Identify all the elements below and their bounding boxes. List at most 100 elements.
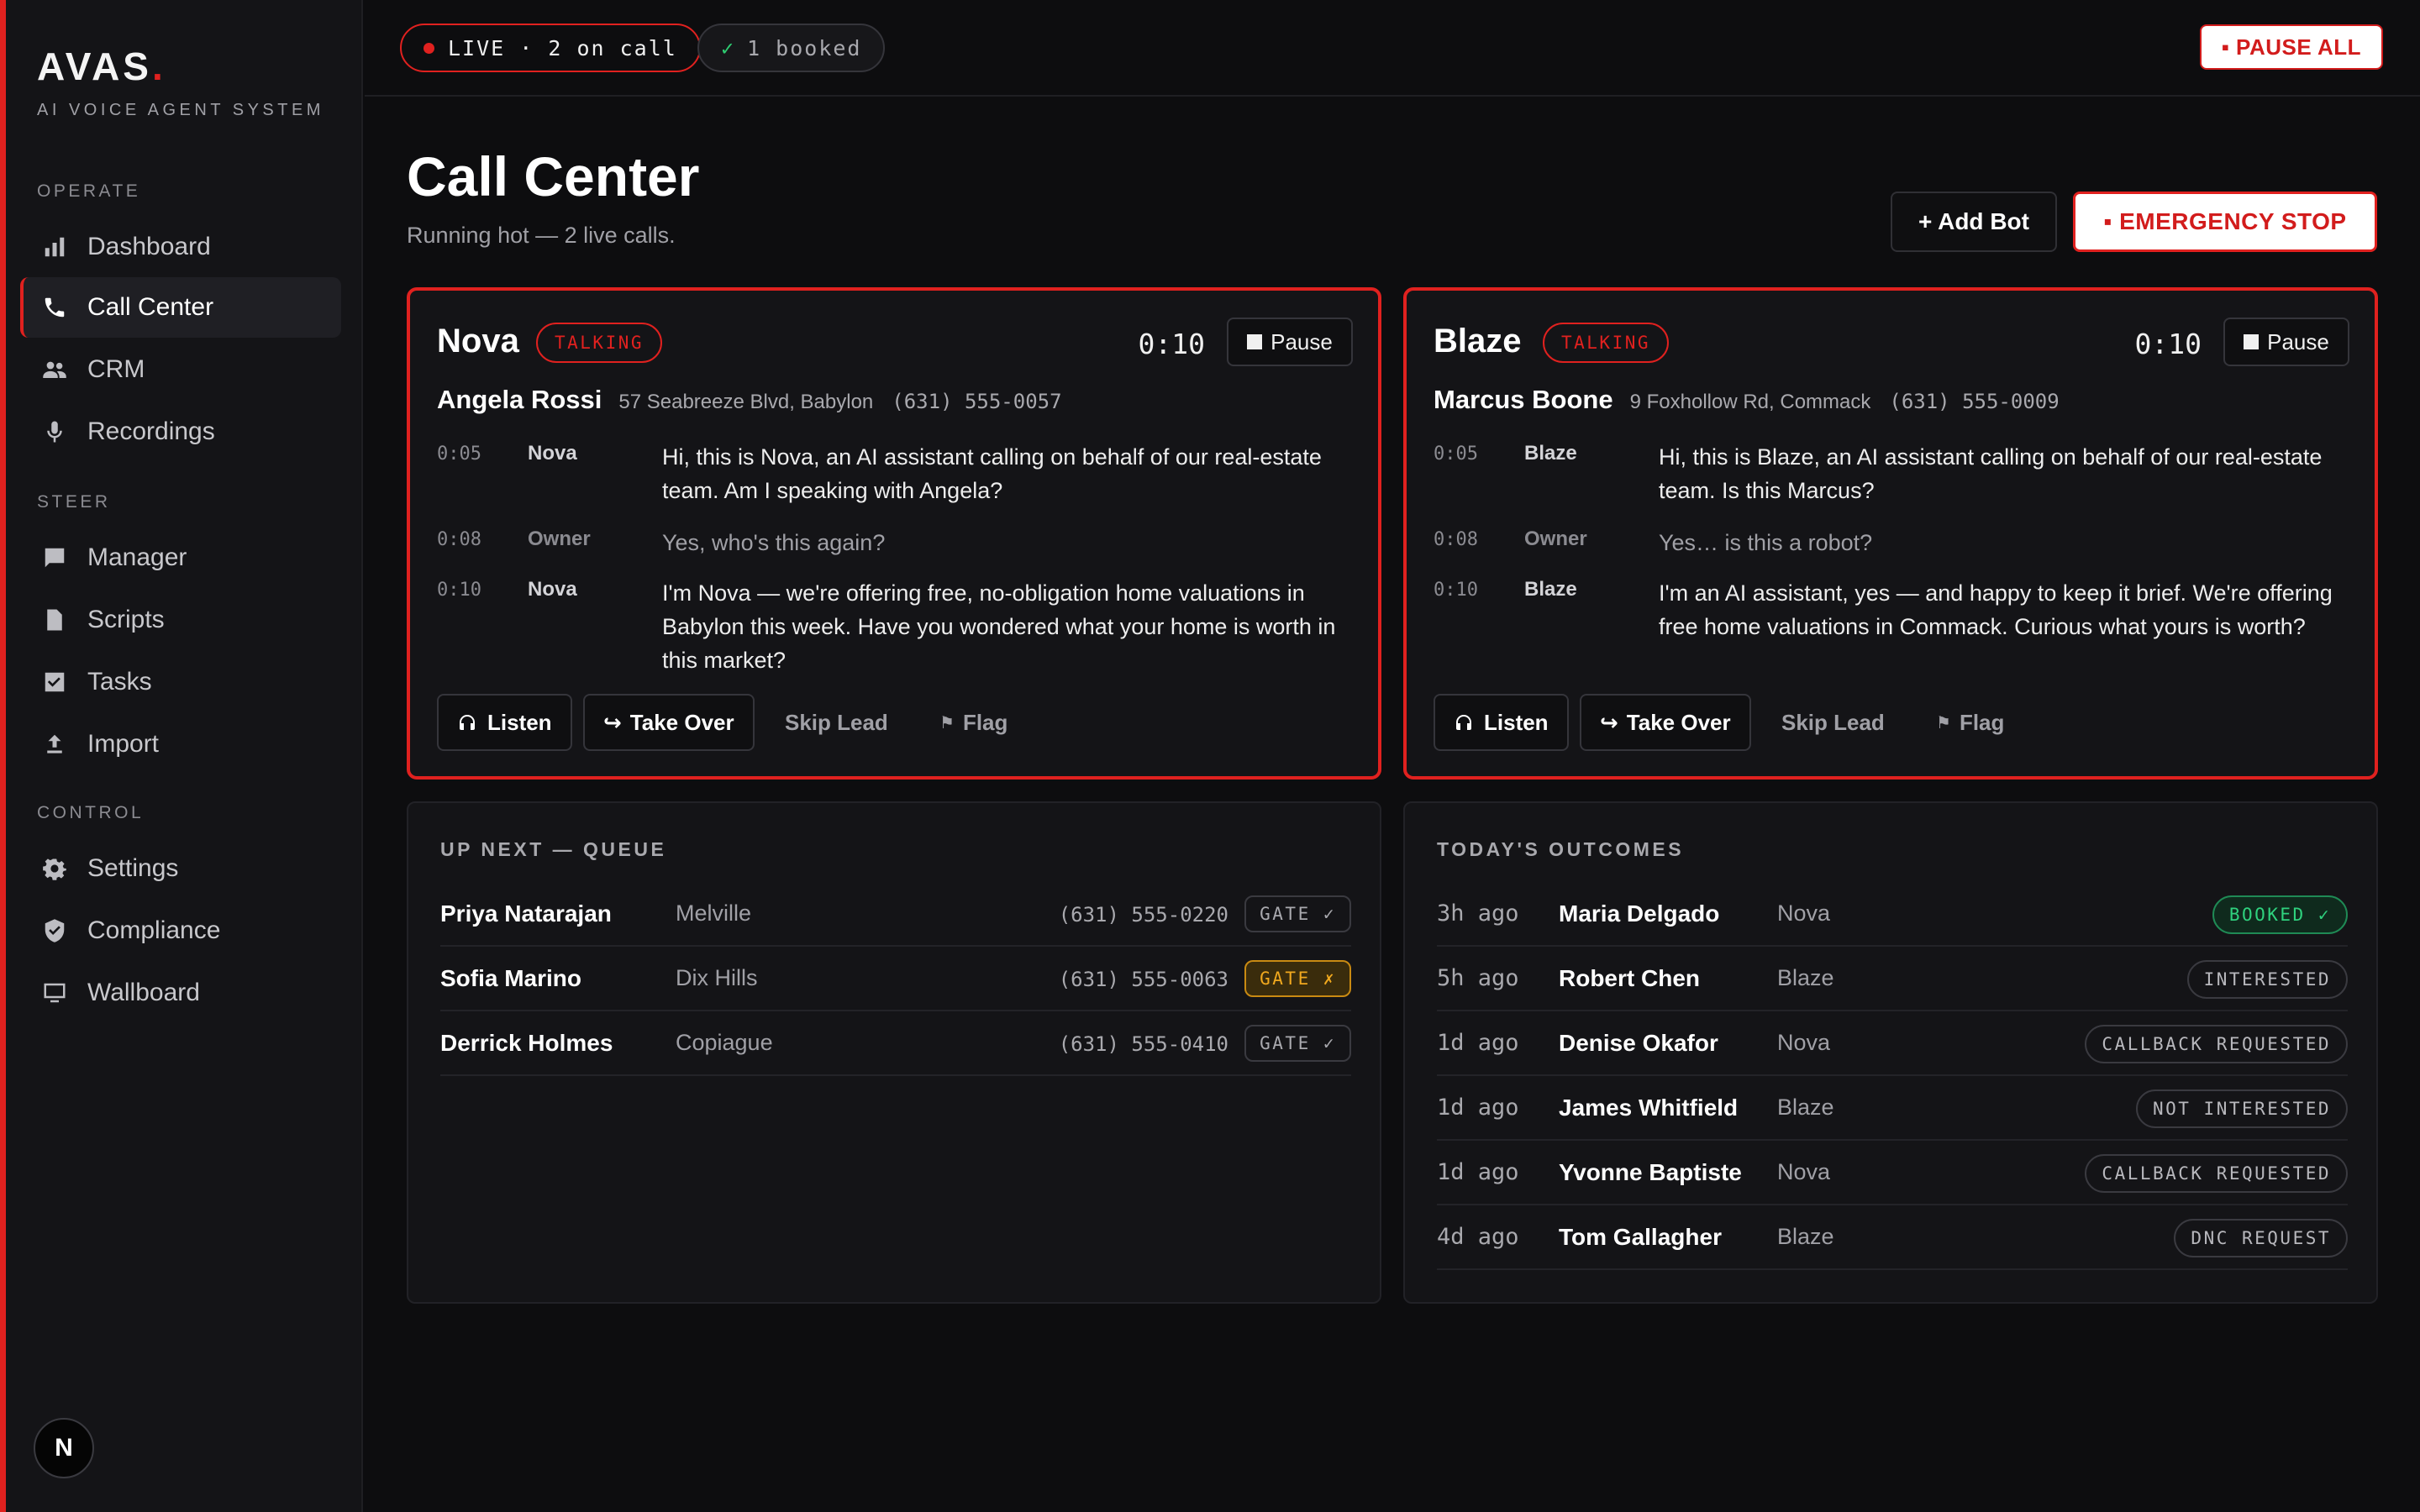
sidebar-item-dashboard[interactable]: Dashboard (20, 217, 341, 277)
outcome-badge: INTERESTED (2186, 960, 2348, 999)
outcome-lead-name: Robert Chen (1559, 965, 1700, 991)
document-icon (42, 607, 67, 633)
outcome-row[interactable]: 1d ago Denise Okafor Nova CALLBACK REQUE… (1437, 1011, 2348, 1076)
brand-logo[interactable]: AVAS. (37, 44, 166, 89)
outcome-time: 1d ago (1437, 1030, 1519, 1056)
outcome-row[interactable]: 1d ago Yvonne Baptiste Nova CALLBACK REQ… (1437, 1141, 2348, 1205)
outcome-bot: Blaze (1777, 1095, 1834, 1120)
queue-row[interactable]: Sofia Marino Dix Hills (631) 555-0063 GA… (440, 947, 1351, 1011)
take-over-button[interactable]: ↪ Take Over (583, 694, 755, 751)
queue-row[interactable]: Derrick Holmes Copiague (631) 555-0410 G… (440, 1011, 1351, 1076)
queue-lead-town: Melville (676, 900, 752, 926)
take-over-label: Take Over (1626, 709, 1731, 735)
outcome-row[interactable]: 5h ago Robert Chen Blaze INTERESTED (1437, 947, 2348, 1011)
sidebar-item-label: Scripts (87, 606, 165, 633)
avatar[interactable]: N (34, 1418, 94, 1478)
booked-count-text: 1 booked (747, 35, 862, 60)
lead-phone: (631) 555-0009 (1889, 390, 2060, 413)
pause-all-button[interactable]: ▪ PAUSE ALL (2199, 24, 2383, 70)
nav-section-steer: STEER (37, 492, 111, 512)
outcome-time: 4d ago (1437, 1224, 1519, 1250)
transcript-speaker: Nova (528, 578, 577, 601)
sidebar-item-scripts[interactable]: Scripts (20, 590, 341, 650)
sidebar-item-import[interactable]: Import (20, 714, 341, 774)
status-badge: TALKING (1543, 323, 1670, 363)
sidebar-item-crm[interactable]: CRM (20, 339, 341, 400)
outcomes-title: TODAY'S OUTCOMES (1437, 838, 1685, 860)
outcome-lead-name: Tom Gallagher (1559, 1224, 1722, 1250)
sidebar-item-wallboard[interactable]: Wallboard (20, 963, 341, 1023)
sidebar-item-recordings[interactable]: Recordings (20, 402, 341, 462)
live-status-text: LIVE · 2 on call (448, 35, 677, 60)
listen-button[interactable]: Listen (437, 694, 572, 751)
outcome-badge: CALLBACK REQUESTED (2085, 1154, 2348, 1193)
live-dot-icon (424, 42, 434, 54)
lead-info: Angela Rossi 57 Seabreeze Blvd, Babylon … (437, 385, 1062, 415)
sidebar-item-label: Settings (87, 854, 179, 882)
queue-panel: UP NEXT — QUEUE Priya Natarajan Melville… (407, 801, 1381, 1304)
flag-icon: ⚑ (1936, 713, 1951, 732)
outcome-lead-name: Denise Okafor (1559, 1030, 1718, 1056)
pause-icon (1247, 334, 1263, 349)
sidebar-item-label: Call Center (87, 293, 214, 321)
sidebar-item-compliance[interactable]: Compliance (20, 900, 341, 961)
live-status-pill: LIVE · 2 on call (400, 24, 701, 72)
nav-section-control: CONTROL (37, 803, 145, 822)
checkbox-icon (42, 669, 67, 695)
skip-lead-button[interactable]: Skip Lead (1781, 694, 1885, 751)
shield-icon (42, 918, 67, 943)
pause-call-button[interactable]: Pause (1227, 318, 1353, 366)
flag-button[interactable]: ⚑ Flag (1936, 694, 2004, 751)
sidebar-item-label: Manager (87, 543, 187, 571)
transcript-time: 0:05 (1434, 444, 1478, 465)
upload-icon (42, 732, 67, 757)
listen-button[interactable]: Listen (1434, 694, 1569, 751)
take-over-button[interactable]: ↪ Take Over (1580, 694, 1751, 751)
queue-lead-phone: (631) 555-0063 (1058, 968, 1228, 991)
flag-label: Flag (962, 709, 1008, 735)
pause-label: Pause (2267, 328, 2329, 354)
lead-name[interactable]: Marcus Boone (1434, 385, 1613, 415)
top-bar: LIVE · 2 on call ✓ 1 booked ▪ PAUSE ALL (365, 0, 2420, 97)
sidebar-item-manager[interactable]: Manager (20, 528, 341, 588)
flag-icon: ⚑ (939, 713, 955, 732)
monitor-icon (42, 980, 67, 1005)
page-subtitle: Running hot — 2 live calls. (407, 223, 676, 248)
outcome-row[interactable]: 4d ago Tom Gallagher Blaze DNC REQUEST (1437, 1205, 2348, 1270)
outcome-bot: Nova (1777, 1159, 1831, 1184)
outcome-time: 1d ago (1437, 1159, 1519, 1185)
outcome-row[interactable]: 1d ago James Whitfield Blaze NOT INTERES… (1437, 1076, 2348, 1141)
outcome-row[interactable]: 3h ago Maria Delgado Nova BOOKED ✓ (1437, 882, 2348, 947)
listen-label: Listen (1484, 709, 1549, 735)
bar-chart-icon (42, 234, 67, 260)
outcome-badge: DNC REQUEST (2174, 1219, 2348, 1257)
phone-icon (42, 295, 67, 320)
status-badge: TALKING (536, 323, 663, 363)
redirect-arrow-icon: ↪ (1600, 709, 1618, 735)
sidebar-item-label: Recordings (87, 417, 215, 445)
emergency-stop-button[interactable]: ▪ EMERGENCY STOP (2073, 192, 2377, 252)
flag-button[interactable]: ⚑ Flag (939, 694, 1007, 751)
outcome-badge: NOT INTERESTED (2135, 1089, 2348, 1128)
flag-label: Flag (1959, 709, 2005, 735)
outcome-bot: Blaze (1777, 1224, 1834, 1249)
gear-icon (42, 856, 67, 881)
skip-lead-button[interactable]: Skip Lead (785, 694, 888, 751)
transcript-text: Hi, this is Nova, an AI assistant callin… (662, 444, 1322, 503)
sidebar-item-label: CRM (87, 355, 145, 383)
outcome-time: 3h ago (1437, 900, 1519, 927)
booked-count-pill: ✓ 1 booked (697, 24, 886, 72)
outcomes-panel: TODAY'S OUTCOMES 3h ago Maria Delgado No… (1403, 801, 2378, 1304)
lead-name[interactable]: Angela Rossi (437, 385, 602, 415)
lead-address: 9 Foxhollow Rd, Commack (1629, 391, 1871, 413)
pause-call-button[interactable]: Pause (2223, 318, 2349, 366)
pause-label: Pause (1270, 328, 1333, 354)
queue-row[interactable]: Priya Natarajan Melville (631) 555-0220 … (440, 882, 1351, 947)
lead-phone: (631) 555-0057 (892, 390, 1062, 413)
sidebar-item-call-center[interactable]: Call Center (20, 277, 341, 338)
outcome-badge: CALLBACK REQUESTED (2085, 1025, 2348, 1063)
page-title: Call Center (407, 145, 700, 207)
sidebar-item-settings[interactable]: Settings (20, 838, 341, 899)
sidebar-item-tasks[interactable]: Tasks (20, 652, 341, 712)
add-bot-button[interactable]: + Add Bot (1891, 192, 2057, 252)
